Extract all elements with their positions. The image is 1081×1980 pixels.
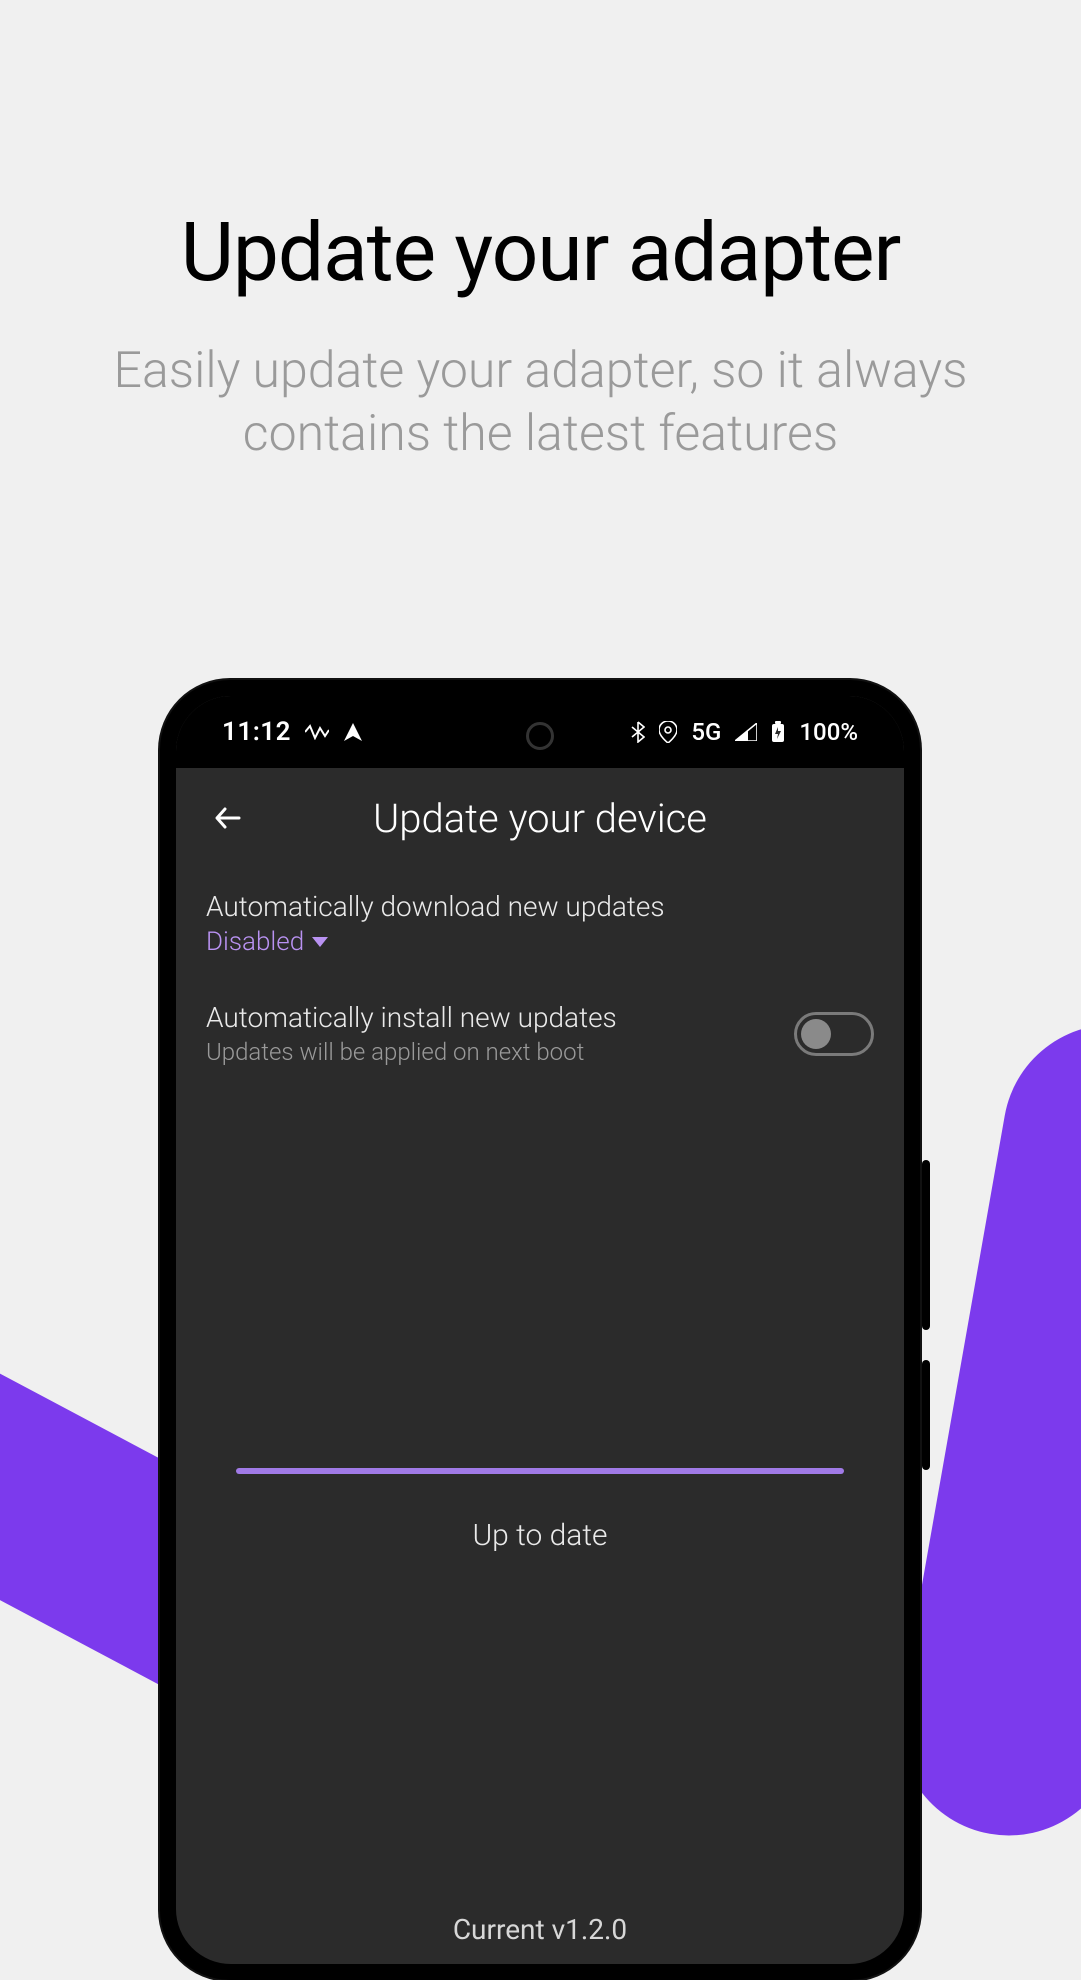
phone-side-button-1 [922, 1160, 930, 1330]
update-progress-area: Up to date [176, 1468, 904, 1553]
update-status-text: Up to date [236, 1518, 844, 1553]
setting-auto-download-value[interactable]: Disabled [206, 927, 328, 957]
setting-auto-download[interactable]: Automatically download new updates Disab… [176, 868, 904, 979]
arrow-left-icon [211, 801, 245, 835]
bluetooth-icon [631, 721, 645, 743]
appbar-title: Update your device [176, 795, 904, 842]
battery-percent: 100% [799, 718, 858, 746]
battery-icon [771, 721, 785, 743]
back-button[interactable] [206, 796, 250, 840]
phone-side-button-2 [922, 1360, 930, 1470]
setting-auto-install-label: Automatically install new updates [206, 1001, 774, 1034]
page-headline: Update your adapter [0, 205, 1081, 301]
setting-auto-download-label: Automatically download new updates [206, 890, 874, 923]
setting-auto-install-toggle[interactable] [794, 1012, 874, 1056]
camera-cutout [526, 722, 554, 750]
setting-auto-download-value-text: Disabled [206, 927, 304, 957]
page-subhead: Easily update your adapter, so it always… [0, 340, 1081, 465]
location-icon [659, 721, 677, 743]
phone-frame: 11:12 5G [160, 680, 920, 1980]
network-label: 5G [691, 718, 721, 746]
appbar: Update your device [176, 768, 904, 868]
phone-screen: 11:12 5G [176, 696, 904, 1964]
chevron-down-icon [312, 937, 328, 947]
signal-icon [735, 723, 757, 741]
setting-auto-install-sub: Updates will be applied on next boot [206, 1038, 774, 1066]
toggle-knob [801, 1019, 831, 1049]
setting-auto-install[interactable]: Automatically install new updates Update… [176, 979, 904, 1088]
statusbar-time: 11:12 [222, 717, 291, 747]
activity-icon [305, 724, 329, 740]
update-progress-bar [236, 1468, 844, 1474]
nav-arrow-icon [343, 722, 363, 742]
current-version-text: Current v1.2.0 [176, 1913, 904, 1946]
